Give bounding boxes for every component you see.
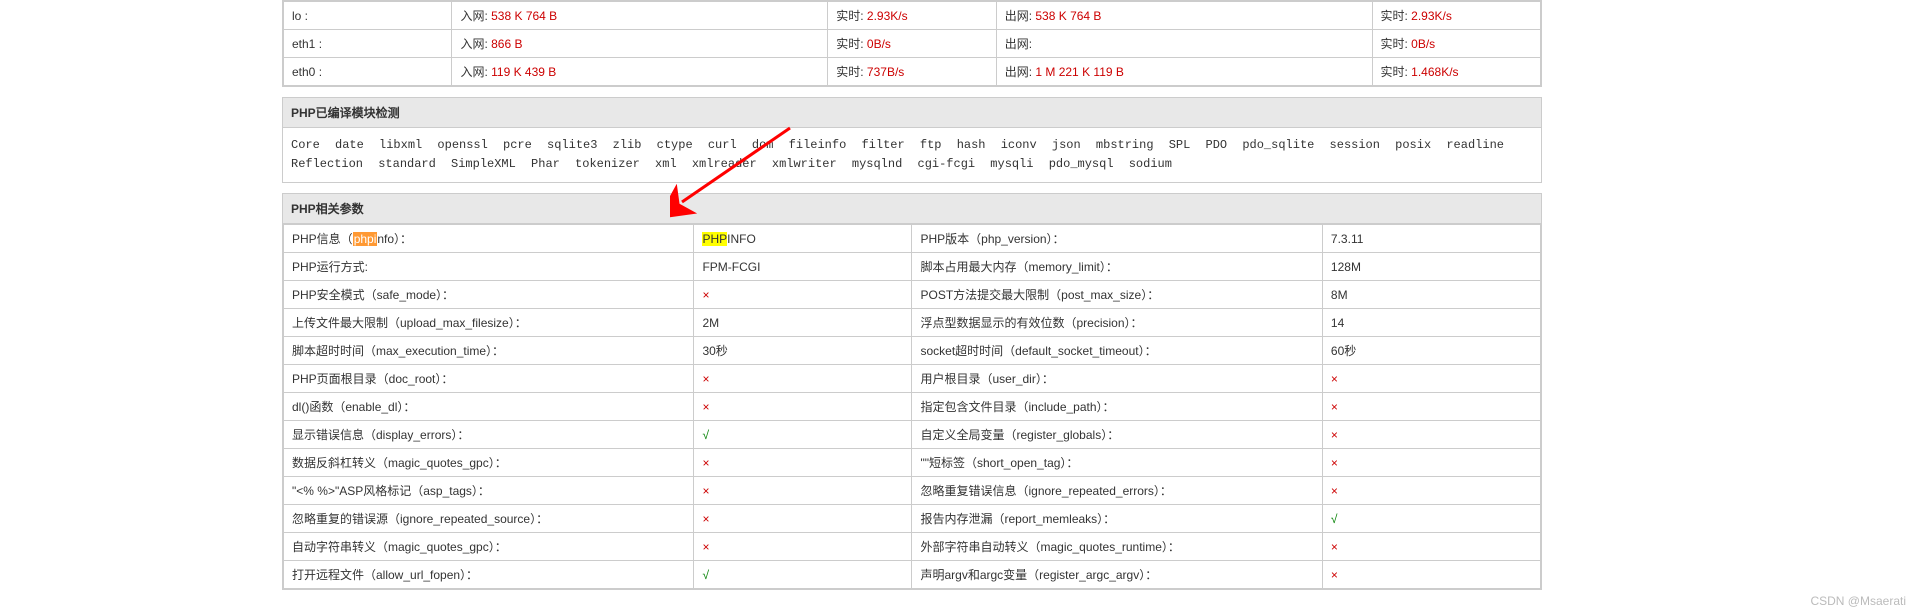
- param-value: ×: [1322, 393, 1540, 421]
- param-value: ×: [1322, 421, 1540, 449]
- param-label: 自动字符串转义（magic_quotes_gpc）：: [284, 533, 694, 561]
- param-value: 2M: [694, 309, 912, 337]
- param-value: 14: [1322, 309, 1540, 337]
- param-value: 30秒: [694, 337, 912, 365]
- php-modules-header: PHP已编译模块检测: [283, 98, 1541, 128]
- param-row: 脚本超时时间（max_execution_time）：30秒socket超时时间…: [284, 337, 1541, 365]
- param-value: ×: [694, 365, 912, 393]
- in-cell: 入网: 538 K 764 B: [452, 2, 828, 30]
- param-value: 128M: [1322, 253, 1540, 281]
- param-label: 显示错误信息（display_errors）：: [284, 421, 694, 449]
- param-label: PHP页面根目录（doc_root）：: [284, 365, 694, 393]
- param-label: "<% %>"ASP风格标记（asp_tags）：: [284, 477, 694, 505]
- param-label: 指定包含文件目录（include_path）：: [912, 393, 1322, 421]
- rt-cell: 实时: 2.93K/s: [828, 2, 996, 30]
- php-params-header: PHP相关参数: [283, 194, 1541, 224]
- param-value: ×: [1322, 561, 1540, 589]
- param-label: PHP版本（php_version）：: [912, 225, 1322, 253]
- out-cell: 出网: 1 M 221 K 119 B: [996, 58, 1372, 86]
- param-value: 60秒: [1322, 337, 1540, 365]
- iface-cell: eth1 :: [284, 30, 452, 58]
- param-label: 用户根目录（user_dir）：: [912, 365, 1322, 393]
- param-value: ×: [694, 505, 912, 533]
- param-value: ×: [1322, 477, 1540, 505]
- param-value: 7.3.11: [1322, 225, 1540, 253]
- network-row: lo :入网: 538 K 764 B实时: 2.93K/s出网: 538 K …: [284, 2, 1541, 30]
- param-value: √: [1322, 505, 1540, 533]
- php-modules-list: Core date libxml openssl pcre sqlite3 zl…: [283, 128, 1541, 182]
- rt-cell: 实时: 737B/s: [828, 58, 996, 86]
- in-cell: 入网: 119 K 439 B: [452, 58, 828, 86]
- param-value: √: [694, 421, 912, 449]
- param-row: 上传文件最大限制（upload_max_filesize）：2M浮点型数据显示的…: [284, 309, 1541, 337]
- param-label: 脚本超时时间（max_execution_time）：: [284, 337, 694, 365]
- phpinfo-link-cell[interactable]: PHPINFO: [694, 225, 912, 253]
- param-row: PHP运行方式:FPM-FCGI脚本占用最大内存（memory_limit）：1…: [284, 253, 1541, 281]
- param-row: PHP信息（phpinfo）： PHPINFO PHP版本（php_version）…: [284, 225, 1541, 253]
- param-value: FPM-FCGI: [694, 253, 912, 281]
- in-cell: 入网: 866 B: [452, 30, 828, 58]
- param-row: 忽略重复的错误源（ignore_repeated_source）：×报告内存泄漏…: [284, 505, 1541, 533]
- network-row: eth0 :入网: 119 K 439 B实时: 737B/s出网: 1 M 2…: [284, 58, 1541, 86]
- iface-cell: eth0 :: [284, 58, 452, 86]
- param-label: ""短标签（short_open_tag）：: [912, 449, 1322, 477]
- param-value: √: [694, 561, 912, 589]
- param-label: 自定义全局变量（register_globals）：: [912, 421, 1322, 449]
- param-label: 上传文件最大限制（upload_max_filesize）：: [284, 309, 694, 337]
- param-label: 声明argv和argc变量（register_argc_argv）：: [912, 561, 1322, 589]
- param-label: PHP信息（phpinfo）：: [284, 225, 694, 253]
- php-params-box: PHP相关参数 PHP信息（phpinfo）： PHPINFO PHP版本（php_…: [282, 193, 1542, 590]
- network-row: eth1 :入网: 866 B实时: 0B/s出网:实时: 0B/s: [284, 30, 1541, 58]
- php-modules-box: PHP已编译模块检测 Core date libxml openssl pcre…: [282, 97, 1542, 183]
- param-label: 数据反斜杠转义（magic_quotes_gpc）：: [284, 449, 694, 477]
- param-value: ×: [1322, 449, 1540, 477]
- param-label: socket超时时间（default_socket_timeout）：: [912, 337, 1322, 365]
- param-label: 报告内存泄漏（report_memleaks）：: [912, 505, 1322, 533]
- param-value: ×: [694, 393, 912, 421]
- watermark: CSDN @Msaerati: [1810, 594, 1906, 608]
- param-value: ×: [1322, 365, 1540, 393]
- param-row: 自动字符串转义（magic_quotes_gpc）：×外部字符串自动转义（mag…: [284, 533, 1541, 561]
- param-row: 数据反斜杠转义（magic_quotes_gpc）：×""短标签（short_o…: [284, 449, 1541, 477]
- param-value: ×: [694, 281, 912, 309]
- network-table: lo :入网: 538 K 764 B实时: 2.93K/s出网: 538 K …: [283, 1, 1541, 86]
- param-label: 打开远程文件（allow_url_fopen）：: [284, 561, 694, 589]
- network-box: 网络使用状况 lo :入网: 538 K 764 B实时: 2.93K/s出网:…: [282, 0, 1542, 87]
- rt2-cell: 实时: 2.93K/s: [1372, 2, 1541, 30]
- param-label: 外部字符串自动转义（magic_quotes_runtime）：: [912, 533, 1322, 561]
- param-label: 脚本占用最大内存（memory_limit）：: [912, 253, 1322, 281]
- param-row: "<% %>"ASP风格标记（asp_tags）：×忽略重复错误信息（ignor…: [284, 477, 1541, 505]
- iface-cell: lo :: [284, 2, 452, 30]
- out-cell: 出网:: [996, 30, 1372, 58]
- rt-cell: 实时: 0B/s: [828, 30, 996, 58]
- param-label: 浮点型数据显示的有效位数（precision）：: [912, 309, 1322, 337]
- param-label: PHP运行方式:: [284, 253, 694, 281]
- param-row: 打开远程文件（allow_url_fopen）：√声明argv和argc变量（r…: [284, 561, 1541, 589]
- param-value: ×: [1322, 533, 1540, 561]
- param-row: 显示错误信息（display_errors）：√自定义全局变量（register…: [284, 421, 1541, 449]
- out-cell: 出网: 538 K 764 B: [996, 2, 1372, 30]
- param-value: ×: [694, 533, 912, 561]
- rt2-cell: 实时: 1.468K/s: [1372, 58, 1541, 86]
- param-value: 8M: [1322, 281, 1540, 309]
- param-label: 忽略重复的错误源（ignore_repeated_source）：: [284, 505, 694, 533]
- param-label: PHP安全模式（safe_mode）：: [284, 281, 694, 309]
- param-label: dl()函数（enable_dl）：: [284, 393, 694, 421]
- param-label: 忽略重复错误信息（ignore_repeated_errors）：: [912, 477, 1322, 505]
- param-value: ×: [694, 449, 912, 477]
- param-label: POST方法提交最大限制（post_max_size）：: [912, 281, 1322, 309]
- param-row: PHP页面根目录（doc_root）：×用户根目录（user_dir）：×: [284, 365, 1541, 393]
- phpinfo-link[interactable]: PHPINFO: [702, 232, 755, 246]
- param-row: dl()函数（enable_dl）：×指定包含文件目录（include_path…: [284, 393, 1541, 421]
- param-value: ×: [694, 477, 912, 505]
- php-params-table: PHP信息（phpinfo）： PHPINFO PHP版本（php_version）…: [283, 224, 1541, 589]
- param-row: PHP安全模式（safe_mode）：×POST方法提交最大限制（post_ma…: [284, 281, 1541, 309]
- rt2-cell: 实时: 0B/s: [1372, 30, 1541, 58]
